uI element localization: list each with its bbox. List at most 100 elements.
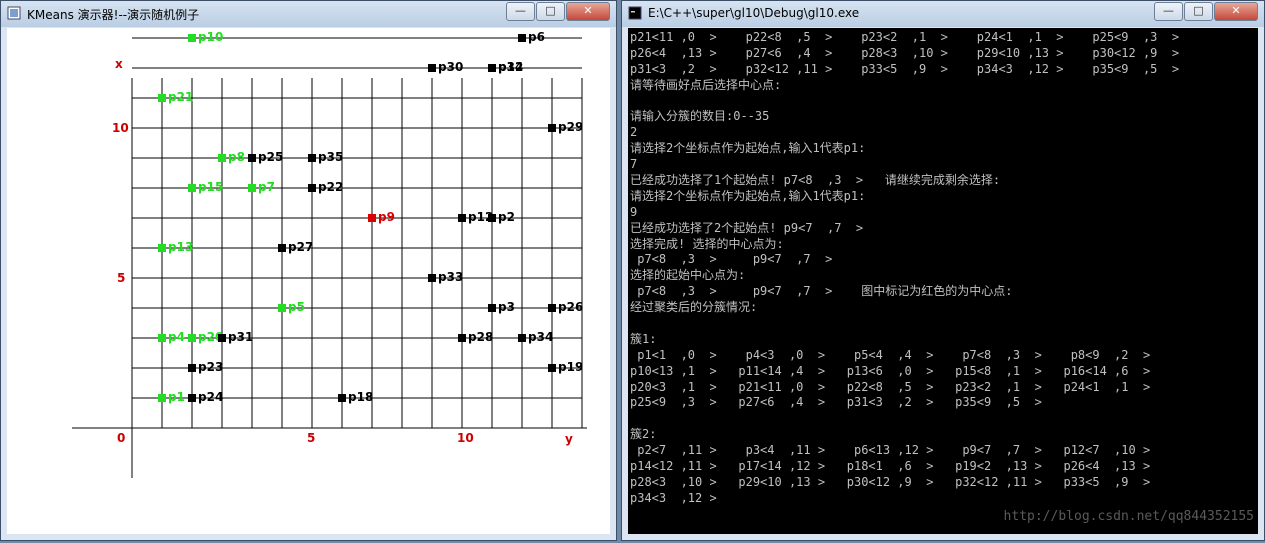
console-line: p20<3 ,1 > p21<11 ,0 > p22<8 ,5 > p23<2 … [630, 379, 1151, 394]
point-label-p19: p19 [558, 360, 583, 374]
point-marker-p33 [428, 274, 436, 282]
console-line: p7<8 ,3 > p9<7 ,7 > 图中标记为红色的为中心点: [630, 284, 1013, 299]
point-label-p34: p34 [528, 330, 553, 344]
point-marker-p31 [218, 334, 226, 342]
point-label-p6: p6 [528, 30, 545, 44]
point-marker-p10 [188, 34, 196, 42]
console-line: 已经成功选择了1个起始点! p7<8 ,3 > 请继续完成剩余选择: [630, 173, 1001, 188]
console-line: p21<11 ,0 > p22<8 ,5 > p23<2 ,1 > p24<1 … [630, 30, 1180, 44]
point-label-p26: p26 [558, 300, 583, 314]
console-line: p10<13 ,1 > p11<14 ,4 > p13<6 ,0 > p15<8… [630, 363, 1151, 378]
point-marker-p7 [248, 184, 256, 192]
console-line: p34<3 ,12 > [630, 490, 717, 505]
console-line: p31<3 ,2 > p32<12 ,11 > p33<5 ,9 > p34<3… [630, 61, 1180, 76]
maximize-button[interactable]: □ [536, 2, 565, 21]
point-label-p2: p2 [498, 210, 515, 224]
console-line: p7<8 ,3 > p9<7 ,7 > [630, 252, 833, 267]
point-label-p27: p27 [288, 240, 313, 254]
console-output-area[interactable]: p21<11 ,0 > p22<8 ,5 > p23<2 ,1 > p24<1 … [628, 28, 1258, 534]
point-marker-p23 [188, 364, 196, 372]
point-label-p13: p13 [168, 240, 193, 254]
point-marker-p27 [278, 244, 286, 252]
point-marker-p19 [548, 364, 556, 372]
console-titlebar[interactable]: E:\C++\super\gl10\Debug\gl10.exe — □ ✕ [622, 1, 1264, 27]
app-icon [7, 6, 21, 20]
vertical-tick-label: 10 [112, 121, 129, 135]
point-marker-p8 [218, 154, 226, 162]
console-window: E:\C++\super\gl10\Debug\gl10.exe — □ ✕ p… [621, 0, 1265, 541]
console-line: 7 [630, 157, 638, 172]
point-marker-p28 [458, 334, 466, 342]
console-line: 请选择2个坐标点作为起始点,输入1代表p1: [630, 188, 866, 203]
point-label-p1: p1 [168, 390, 185, 404]
vertical-tick-label: 0 [117, 431, 125, 445]
plot-canvas-area: xy0510510p1p2p3p4p5p6p7p8p9p10p11p12p13p… [7, 28, 610, 534]
console-text: p21<11 ,0 > p22<8 ,5 > p23<2 ,1 > p24<1 … [630, 30, 1244, 534]
kmeans-titlebar[interactable]: KMeans 演示器!--演示随机例子 — □ ✕ [1, 1, 616, 27]
console-line: 簇1: [630, 331, 657, 346]
console-line: p26<4 ,13 > p27<6 ,4 > p28<3 ,10 > p29<1… [630, 45, 1180, 60]
point-label-p18: p18 [348, 390, 373, 404]
point-label-p28: p28 [468, 330, 493, 344]
console-line: 选择完成! 选择的中心点为: [630, 236, 784, 251]
point-marker-p15 [188, 184, 196, 192]
point-marker-p35 [308, 154, 316, 162]
point-label-p4: p4 [168, 330, 185, 344]
console-line: 已经成功选择了2个起始点! p9<7 ,7 > [630, 220, 864, 235]
window-title: KMeans 演示器!--演示随机例子 [27, 8, 200, 22]
console-line: p14<12 ,11 > p17<14 ,12 > p18<1 ,6 > p19… [630, 459, 1151, 474]
vertical-axis-label: x [115, 57, 123, 71]
vertical-tick-label: 5 [117, 271, 125, 285]
point-marker-p4 [158, 334, 166, 342]
console-line: 簇2: [630, 427, 657, 442]
point-label-p8: p8 [228, 150, 245, 164]
console-line: p28<3 ,10 > p29<10 ,13 > p30<12 ,9 > p32… [630, 474, 1151, 489]
point-marker-p26 [548, 304, 556, 312]
horizontal-tick-label: 10 [457, 431, 474, 445]
point-marker-p9 [368, 214, 376, 222]
console-line: p2<7 ,11 > p3<4 ,11 > p6<13 ,12 > p9<7 ,… [630, 443, 1151, 458]
point-label-p30: p30 [438, 60, 463, 74]
point-marker-p5 [278, 304, 286, 312]
point-label-p10: p10 [198, 30, 223, 44]
close-button[interactable]: ✕ [1214, 2, 1258, 21]
console-line: p25<9 ,3 > p27<6 ,4 > p31<3 ,2 > p35<9 ,… [630, 395, 1042, 410]
point-label-p3: p3 [498, 300, 515, 314]
maximize-button[interactable]: □ [1184, 2, 1213, 21]
close-button[interactable]: ✕ [566, 2, 610, 21]
point-label-p25: p25 [258, 150, 283, 164]
point-marker-p12 [458, 214, 466, 222]
point-marker-p22 [308, 184, 316, 192]
point-label-p5: p5 [288, 300, 305, 314]
watermark: http://blog.csdn.net/qq844352155 [1003, 509, 1254, 524]
point-label-p23: p23 [198, 360, 223, 374]
point-marker-p21 [158, 94, 166, 102]
point-label-p29: p29 [558, 120, 583, 134]
console-icon [628, 6, 642, 20]
console-title: E:\C++\super\gl10\Debug\gl10.exe [648, 6, 860, 20]
console-line: p1<1 ,0 > p4<3 ,0 > p5<4 ,4 > p7<8 ,3 > … [630, 347, 1151, 362]
point-marker-p32 [488, 64, 496, 72]
console-line: 2 [630, 125, 638, 140]
horizontal-tick-label: 5 [307, 431, 315, 445]
point-marker-p6 [518, 34, 526, 42]
point-marker-p13 [158, 244, 166, 252]
console-line: 请等待画好点后选择中心点: [630, 77, 782, 92]
console-line: 请输入分簇的数目:0--35 [630, 109, 770, 124]
point-label-p15: p15 [198, 180, 223, 194]
point-label-p7: p7 [258, 180, 275, 194]
minimize-button[interactable]: — [1154, 2, 1183, 21]
kmeans-window: KMeans 演示器!--演示随机例子 — □ ✕ x y 0 5 10 5 10 p1 p2 p… [0, 0, 617, 541]
minimize-button[interactable]: — [506, 2, 535, 21]
point-marker-p20 [188, 334, 196, 342]
horizontal-axis-label: y [565, 432, 573, 446]
console-line: 9 [630, 204, 638, 219]
point-marker-p18 [338, 394, 346, 402]
point-label-p31: p31 [228, 330, 253, 344]
point-marker-p34 [518, 334, 526, 342]
point-label-p35: p35 [318, 150, 343, 164]
point-label-p9: p9 [378, 210, 395, 224]
